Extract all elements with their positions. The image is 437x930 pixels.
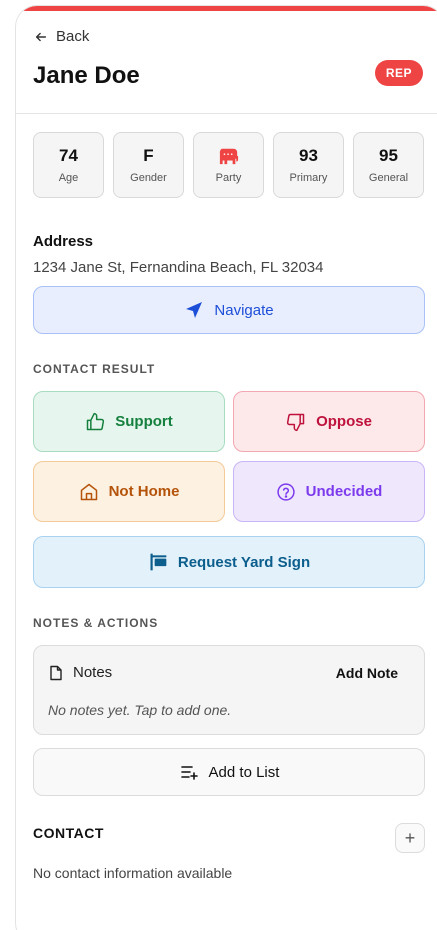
add-contact-button[interactable]: +: [395, 823, 425, 853]
add-to-list-button[interactable]: Add to List: [33, 748, 425, 796]
party-color-bar: [16, 6, 437, 11]
stat-primary-value: 93: [299, 146, 318, 165]
voter-detail-card: Back Jane Doe REP 74 Age F Gender Party …: [15, 5, 437, 930]
add-note-button[interactable]: Add Note: [336, 665, 398, 681]
address-label: Address: [33, 233, 94, 250]
navigate-label: Navigate: [214, 301, 274, 319]
voter-stats: 74 Age F Gender Party 93 Primary 95 Gene…: [33, 132, 424, 198]
notes-header: Notes: [48, 664, 112, 681]
contact-heading: CONTACT: [33, 825, 104, 841]
question-circle-icon: [276, 482, 295, 501]
stat-general: 95 General: [353, 132, 424, 198]
party-badge: REP: [374, 60, 423, 86]
stat-gender-label: Gender: [130, 172, 167, 184]
address-value: 1234 Jane St, Fernandina Beach, FL 32034: [33, 259, 324, 276]
stat-age: 74 Age: [33, 132, 104, 198]
notes-title: Notes: [73, 664, 113, 681]
not-home-button[interactable]: Not Home: [33, 461, 225, 522]
stat-general-label: General: [368, 172, 409, 184]
not-home-label: Not Home: [108, 483, 180, 500]
oppose-label: Oppose: [316, 413, 372, 430]
list-add-icon: [180, 766, 198, 780]
oppose-button[interactable]: Oppose: [233, 391, 425, 452]
stat-general-value: 95: [379, 146, 398, 165]
stat-party: Party: [193, 132, 264, 198]
arrow-left-icon: [35, 32, 47, 41]
elephant-icon: [219, 148, 238, 165]
thumbs-down-icon: [286, 413, 305, 431]
stat-primary: 93 Primary: [273, 132, 344, 198]
home-icon: [80, 483, 97, 500]
yard-sign-label: Request Yard Sign: [177, 553, 311, 571]
back-label: Back: [56, 28, 90, 45]
thumbs-up-icon: [87, 412, 105, 430]
notes-empty-text: No notes yet. Tap to add one.: [48, 702, 232, 718]
contact-result-heading: CONTACT RESULT: [33, 362, 156, 376]
undecided-label: Undecided: [305, 483, 383, 500]
stat-age-label: Age: [58, 172, 79, 184]
stat-age-value: 74: [59, 146, 78, 165]
notes-panel[interactable]: Notes Add Note No notes yet. Tap to add …: [33, 645, 425, 735]
navigate-button[interactable]: Navigate: [33, 286, 425, 334]
notes-actions-heading: NOTES & ACTIONS: [33, 616, 159, 630]
yard-sign-icon: [150, 553, 167, 571]
contact-empty-text: No contact information available: [33, 865, 233, 881]
document-icon: [50, 665, 62, 680]
navigation-arrow-icon: [186, 302, 203, 318]
stat-primary-label: Primary: [289, 172, 328, 184]
back-button[interactable]: Back: [34, 28, 89, 45]
stat-gender-value: F: [143, 146, 154, 165]
add-to-list-label: Add to List: [208, 763, 280, 781]
voter-name: Jane Doe: [33, 62, 140, 89]
support-button[interactable]: Support: [33, 391, 225, 452]
support-label: Support: [115, 413, 173, 430]
stat-gender: F Gender: [113, 132, 184, 198]
undecided-button[interactable]: Undecided: [233, 461, 425, 522]
header-divider: [16, 113, 437, 114]
stat-party-label: Party: [215, 172, 242, 184]
request-yard-sign-button[interactable]: Request Yard Sign: [33, 536, 425, 588]
